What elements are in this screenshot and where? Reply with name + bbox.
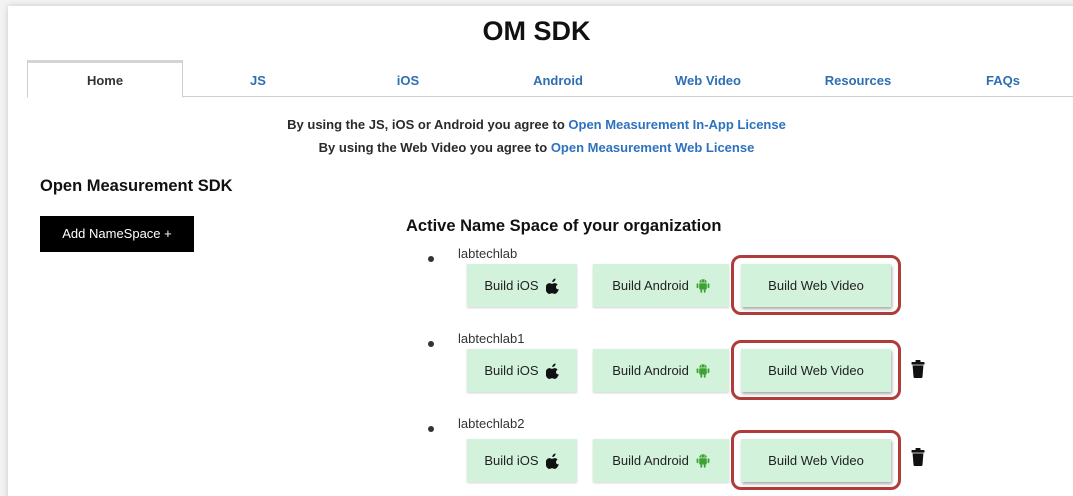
tab-js[interactable]: JS — [183, 64, 333, 97]
android-icon — [696, 453, 710, 469]
trash-icon[interactable] — [911, 448, 925, 471]
bullet — [428, 426, 434, 432]
build-android-button[interactable]: Build Android — [593, 439, 729, 482]
highlight-outline — [731, 340, 901, 400]
build-android-button[interactable]: Build Android — [593, 264, 729, 307]
tab-ios[interactable]: iOS — [333, 64, 483, 97]
namespaces-title: Active Name Space of your organization — [406, 217, 722, 235]
inapp-license-link[interactable]: Open Measurement In-App License — [568, 117, 785, 132]
android-icon — [696, 278, 710, 294]
license-notice-inapp-text: By using the JS, iOS or Android you agre… — [287, 117, 565, 132]
section-title: Open Measurement SDK — [40, 177, 233, 195]
tab-resources[interactable]: Resources — [783, 64, 933, 97]
license-notice-web-text: By using the Web Video you agree to — [318, 140, 548, 155]
android-icon — [696, 363, 710, 379]
web-license-link[interactable]: Open Measurement Web License — [551, 140, 755, 155]
tab-bar: Home JS iOS Android Web Video Resources … — [27, 58, 1073, 98]
tab-web-video[interactable]: Web Video — [633, 64, 783, 97]
app-title: OM SDK — [482, 16, 591, 46]
namespace-name: labtechlab2 — [458, 416, 525, 431]
build-android-label: Build Android — [612, 453, 689, 468]
apple-icon — [545, 363, 560, 379]
build-ios-button[interactable]: Build iOS — [467, 264, 577, 307]
apple-icon — [545, 453, 560, 469]
build-android-button[interactable]: Build Android — [593, 349, 729, 392]
build-ios-label: Build iOS — [484, 453, 539, 468]
build-ios-label: Build iOS — [484, 363, 539, 378]
highlight-outline — [731, 255, 901, 315]
bullet — [428, 256, 434, 262]
build-ios-button[interactable]: Build iOS — [467, 349, 577, 392]
namespace-name: labtechlab1 — [458, 331, 525, 346]
tab-faqs[interactable]: FAQs — [933, 64, 1073, 97]
bullet — [428, 341, 434, 347]
highlight-outline — [731, 430, 901, 490]
build-android-label: Build Android — [612, 363, 689, 378]
tab-android[interactable]: Android — [483, 64, 633, 97]
trash-icon[interactable] — [911, 360, 925, 383]
build-ios-button[interactable]: Build iOS — [467, 439, 577, 482]
namespace-name: labtechlab — [458, 246, 518, 261]
tab-home[interactable]: Home — [27, 60, 183, 98]
license-notice-inapp: By using the JS, iOS or Android you agre… — [0, 117, 1073, 132]
apple-icon — [545, 278, 560, 294]
build-ios-label: Build iOS — [484, 278, 539, 293]
license-notice-web: By using the Web Video you agree to Open… — [0, 140, 1073, 155]
build-android-label: Build Android — [612, 278, 689, 293]
add-namespace-button[interactable]: Add NameSpace + — [40, 216, 194, 252]
